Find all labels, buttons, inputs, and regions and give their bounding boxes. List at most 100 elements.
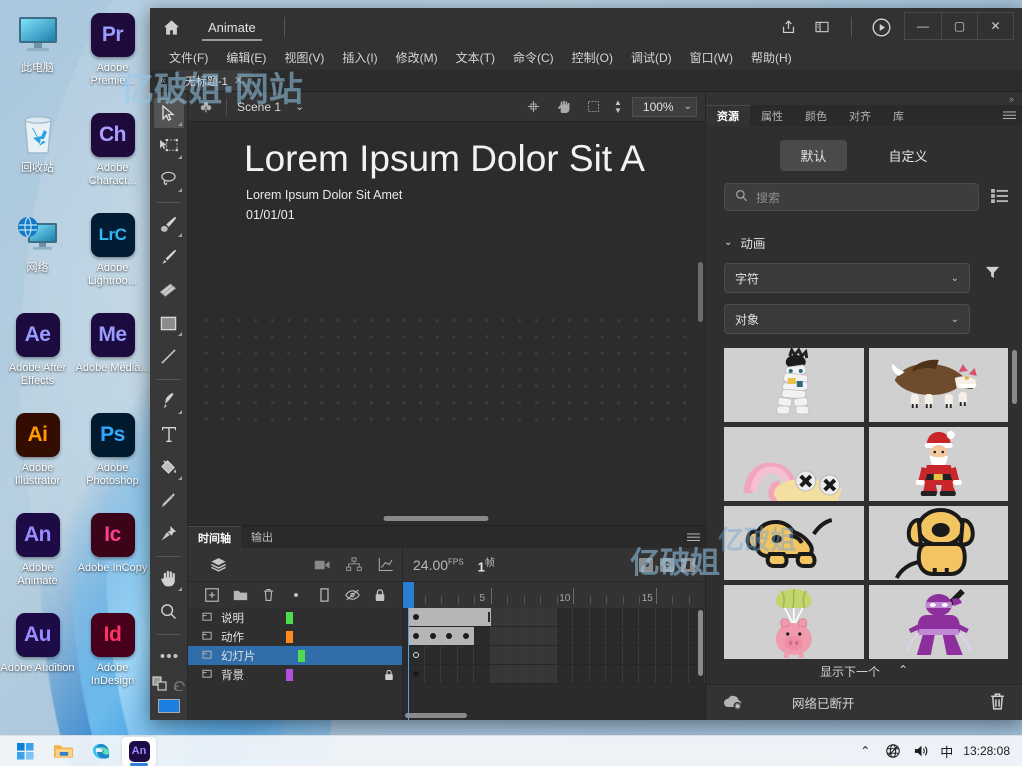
new-folder-icon[interactable] <box>226 582 254 608</box>
close-icon[interactable]: ✕ <box>234 74 243 87</box>
collapse-panel-icon[interactable]: « <box>150 70 176 91</box>
desktop-icon-adobe-incopy[interactable]: IcAdobe InCopy <box>75 506 150 606</box>
timeline-frame-cell[interactable] <box>573 608 590 626</box>
timeline-frame-cell[interactable] <box>606 627 623 645</box>
desktop-icon-adobe-illustrator[interactable]: AiAdobe Illustrator <box>0 406 75 506</box>
dog-running-asset[interactable] <box>724 506 864 580</box>
timeline-keyframe[interactable] <box>441 627 458 645</box>
timeline-frame-cell[interactable] <box>590 608 607 626</box>
timeline-frame-cell[interactable] <box>441 646 458 664</box>
layer-lock-state[interactable] <box>376 669 402 681</box>
brush-tool[interactable] <box>154 242 184 272</box>
layer-parent-icon[interactable] <box>338 548 370 582</box>
timeline-frame-cell[interactable] <box>491 608 508 626</box>
timeline-tab-时间轴[interactable]: 时间轴 <box>188 526 241 548</box>
taskbar-microsoft-edge[interactable] <box>84 737 118 766</box>
panel-expand-icon[interactable]: » <box>706 92 1022 105</box>
camera-icon[interactable] <box>306 548 338 582</box>
stage-horizontal-scrollbar[interactable] <box>384 516 489 521</box>
object-select[interactable]: 对象 ⌄ <box>724 304 970 334</box>
bone-tool[interactable] <box>154 518 184 548</box>
timeline-layer-row[interactable]: 说明 <box>188 608 402 627</box>
desktop-icon-this-pc[interactable]: 此电脑 <box>0 6 75 106</box>
layer-stack-icon[interactable] <box>202 548 234 582</box>
timeline-keyframe[interactable] <box>408 627 425 645</box>
stage-area[interactable]: Lorem Ipsum Dolor Sit A Lorem Ipsum Dolo… <box>188 122 705 525</box>
menu-item-10[interactable]: 帮助(H) <box>742 47 801 69</box>
chevron-down-icon[interactable]: ⌄ <box>951 314 959 325</box>
taskbar-file-explorer[interactable] <box>46 737 80 766</box>
menu-item-1[interactable]: 编辑(E) <box>217 47 275 69</box>
line-tool[interactable] <box>154 341 184 371</box>
layer-color-swatch[interactable] <box>298 650 305 662</box>
hand-tool[interactable] <box>154 563 184 593</box>
desktop-icon-network[interactable]: 网络 <box>0 206 75 306</box>
swap-colors-icon[interactable] <box>152 676 168 695</box>
lasso-tool[interactable] <box>154 164 184 194</box>
playhead[interactable] <box>403 582 414 608</box>
network-disconnected-icon[interactable] <box>884 742 902 760</box>
timeline-frame-cell[interactable] <box>524 665 541 683</box>
timeline-frame-cell[interactable] <box>507 627 524 645</box>
timeline-frame-cell[interactable] <box>474 646 491 664</box>
clip-content-icon[interactable] <box>584 97 604 117</box>
timeline-frame-cell[interactable] <box>573 627 590 645</box>
timeline-frame-cell[interactable] <box>458 665 475 683</box>
hide-icon[interactable] <box>338 582 366 608</box>
right-panel-tab-库[interactable]: 库 <box>882 105 915 126</box>
center-stage-icon[interactable] <box>524 97 544 117</box>
timeline-keyframe[interactable] <box>408 646 425 664</box>
menu-item-4[interactable]: 修改(M) <box>387 47 447 69</box>
menu-item-8[interactable]: 调试(D) <box>622 47 681 69</box>
chevron-up-icon[interactable]: ⌃ <box>898 663 908 677</box>
clock[interactable]: 13:28:08 <box>963 744 1010 758</box>
chevron-down-icon[interactable]: ⌄ <box>295 100 304 113</box>
desktop-icon-adobe-photoshop[interactable]: PsAdobe Photoshop <box>75 406 150 506</box>
rectangle-tool[interactable] <box>154 308 184 338</box>
animation-section-header[interactable]: ⌄ 动画 <box>724 233 1004 252</box>
paint-brush-tool[interactable] <box>154 209 184 239</box>
timeline-frame-cell[interactable] <box>590 665 607 683</box>
volume-icon[interactable] <box>912 742 930 760</box>
menu-item-0[interactable]: 文件(F) <box>160 47 217 69</box>
chevron-up-icon[interactable]: ⌃ <box>856 742 874 760</box>
timeline-frame-cell[interactable] <box>557 608 574 626</box>
timeline-layer-row[interactable]: 动作 <box>188 627 402 646</box>
timeline-frame-cell[interactable] <box>474 627 491 645</box>
timeline-vertical-scrollbar[interactable] <box>698 610 703 676</box>
right-panel-tab-对齐[interactable]: 对齐 <box>838 105 882 126</box>
menu-item-2[interactable]: 视图(V) <box>275 47 333 69</box>
timeline-frame-cell[interactable] <box>557 665 574 683</box>
taskbar-start-button[interactable] <box>8 737 42 766</box>
eraser-tool[interactable] <box>154 275 184 305</box>
dog-sitting-asset[interactable] <box>869 506 1009 580</box>
timeline-frame-cell[interactable] <box>491 646 508 664</box>
search-input[interactable]: 搜索 <box>724 183 979 211</box>
timeline-frame-cell[interactable] <box>656 627 673 645</box>
timeline-keyframe[interactable] <box>408 665 425 683</box>
right-panel-tab-资源[interactable]: 资源 <box>706 105 750 126</box>
timeline-frame-cell[interactable] <box>540 646 557 664</box>
timeline-frame-cell[interactable] <box>672 608 689 626</box>
list-view-icon[interactable] <box>991 189 1008 206</box>
timeline-frame-cell[interactable] <box>639 627 656 645</box>
timeline-frame-cell[interactable] <box>507 608 524 626</box>
show-next-partial-label[interactable]: 显示下一个 ⌃ <box>706 663 1022 679</box>
timeline-frame-cell[interactable] <box>458 646 475 664</box>
share-icon[interactable] <box>771 8 805 46</box>
timeline-frame-cell[interactable] <box>524 608 541 626</box>
timeline-frame-cell[interactable] <box>491 665 508 683</box>
timeline-frame-cell[interactable] <box>639 608 656 626</box>
minimize-button[interactable]: — <box>905 13 941 39</box>
desktop-icon-adobe-after-effects[interactable]: AeAdobe After Effects <box>0 306 75 406</box>
timeline-frame-row[interactable] <box>403 646 705 665</box>
timeline-keyframe[interactable] <box>458 627 475 645</box>
timeline-frame-cell[interactable] <box>590 627 607 645</box>
free-transform-tool[interactable] <box>154 131 184 161</box>
current-frame[interactable]: 1帧 <box>478 554 495 574</box>
panel-menu-icon[interactable] <box>681 526 705 548</box>
stage-canvas[interactable]: Lorem Ipsum Dolor Sit A Lorem Ipsum Dolo… <box>188 122 697 525</box>
trash-icon[interactable] <box>989 692 1006 714</box>
selection-tool[interactable] <box>154 98 184 128</box>
home-icon[interactable] <box>150 8 192 46</box>
